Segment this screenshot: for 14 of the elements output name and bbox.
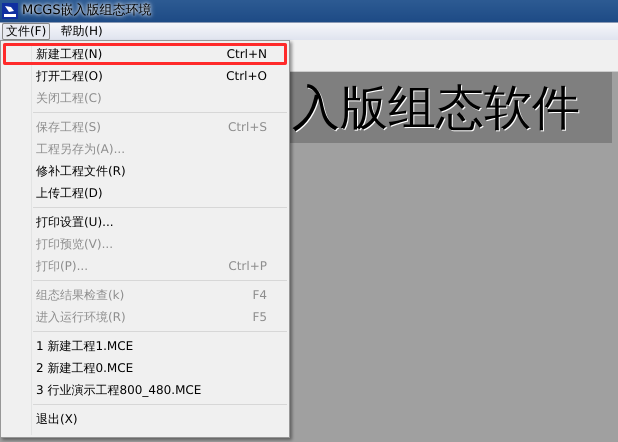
menu-item[interactable]: 打印设置(U)... xyxy=(3,211,287,233)
banner-title: 入版组态软件 xyxy=(292,84,580,132)
menu-item[interactable]: 1 新建工程1.MCE xyxy=(3,335,287,357)
menu-item[interactable]: 新建工程(N) Ctrl+N xyxy=(3,43,287,65)
menu-item[interactable]: 上传工程(D) xyxy=(3,182,287,204)
menu-item[interactable]: 修补工程文件(R) xyxy=(3,160,287,182)
menu-item[interactable]: 3 行业演示工程800_480.MCE xyxy=(3,379,287,401)
menu-item[interactable]: 退出(X) xyxy=(3,408,287,430)
menu-item[interactable]: 2 新建工程0.MCE xyxy=(3,357,287,379)
menu-item[interactable]: 帮助(H) xyxy=(56,23,107,40)
window-title: MCGS嵌入版组态环境 xyxy=(22,2,152,20)
menu-item[interactable]: 文件(F) xyxy=(2,23,50,40)
menu-item[interactable]: 打开工程(O) Ctrl+O xyxy=(3,65,287,87)
app-icon xyxy=(2,3,18,19)
